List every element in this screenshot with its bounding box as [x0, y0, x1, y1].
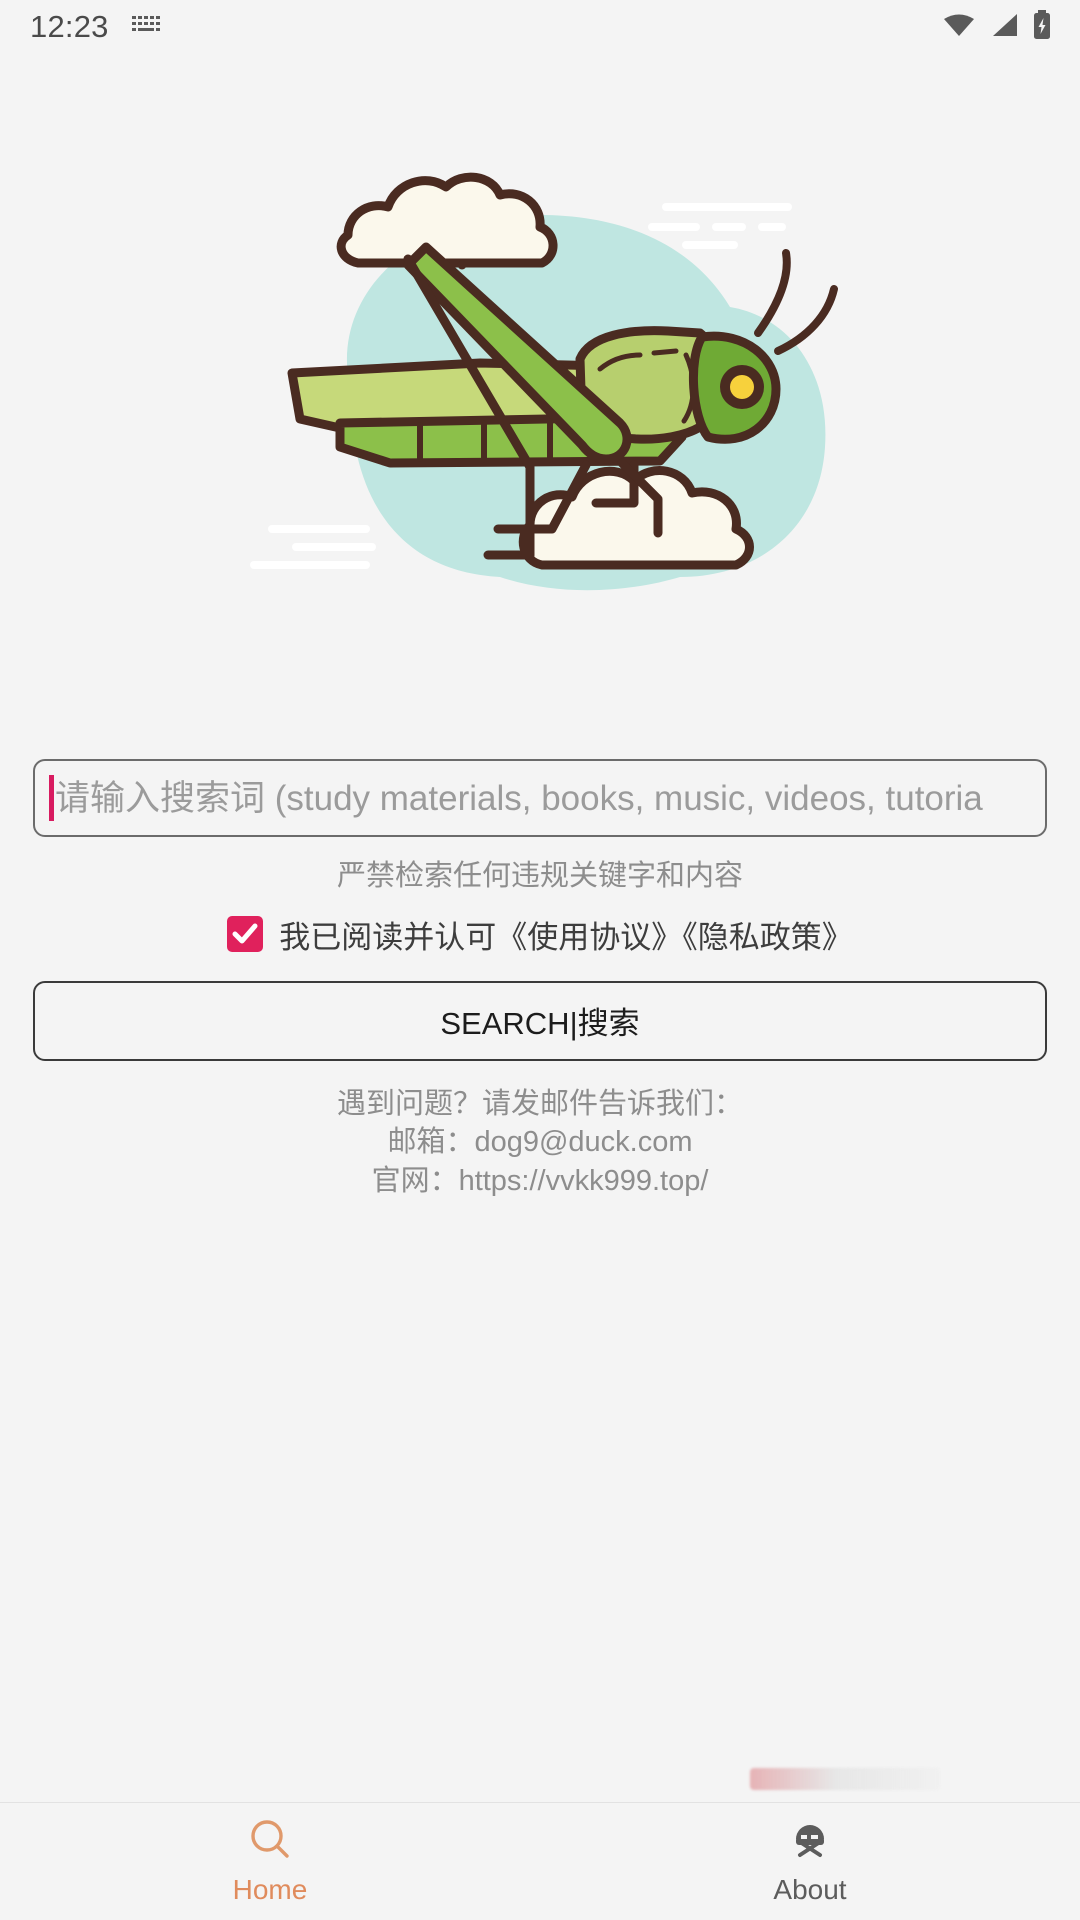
app-screen: 12:23 请输入搜索词 (study materials, books, mu…: [0, 0, 1080, 1920]
text-caret: [49, 775, 54, 821]
footer-contact-info: 遇到问题？请发邮件告诉我们： 邮箱：dog9@duck.com 官网：https…: [33, 1087, 1047, 1203]
checkmark-icon: [232, 923, 258, 944]
nav-label-home: Home: [232, 1874, 308, 1905]
hero-illustration-container: [0, 54, 1080, 759]
keyboard-icon: [131, 13, 165, 42]
battery-charging-icon: [1032, 9, 1052, 45]
search-icon: [247, 1817, 293, 1868]
nav-item-about[interactable]: About: [540, 1817, 1080, 1906]
bottom-navigation-bar: Home About: [0, 1802, 1080, 1920]
search-input[interactable]: 请输入搜索词 (study materials, books, music, v…: [33, 759, 1047, 837]
wifi-icon: [942, 12, 976, 43]
status-clock: 12:23: [30, 9, 109, 44]
status-bar-left: 12:23: [30, 9, 165, 45]
status-bar-right: [942, 9, 1052, 45]
cellular-signal-icon: [989, 12, 1019, 43]
main-content: 请输入搜索词 (study materials, books, music, v…: [0, 759, 1080, 1802]
agreement-label[interactable]: 我已阅读并认可《使用协议》《隐私政策》: [279, 912, 853, 957]
footer-line-help: 遇到问题？请发邮件告诉我们：: [336, 1087, 743, 1120]
grasshopper-head: [689, 331, 781, 444]
status-bar: 12:23: [0, 0, 1080, 54]
grasshopper-illustration: [250, 172, 838, 590]
search-input-placeholder: 请输入搜索词 (study materials, books, music, v…: [55, 778, 983, 818]
agreement-checkbox[interactable]: [227, 916, 264, 953]
screen-artifact: [750, 1768, 940, 1790]
cloud-top: [336, 172, 558, 269]
search-warning-text: 严禁检索任何违规关键字和内容: [336, 860, 743, 892]
agreement-row[interactable]: 我已阅读并认可《使用协议》《隐私政策》: [33, 912, 1047, 957]
footer-line-website: 官网：https://vvkk999.top/: [371, 1164, 709, 1197]
info-person-icon: [787, 1817, 833, 1868]
eye-pupil: [730, 374, 754, 399]
speed-lines-top: [648, 202, 792, 249]
speed-lines-bottom: [250, 524, 376, 569]
nav-label-about: About: [773, 1874, 847, 1905]
footer-line-email: 邮箱：dog9@duck.com: [387, 1126, 693, 1159]
nav-item-home[interactable]: Home: [0, 1817, 540, 1906]
search-button[interactable]: SEARCH|搜索: [33, 980, 1047, 1061]
